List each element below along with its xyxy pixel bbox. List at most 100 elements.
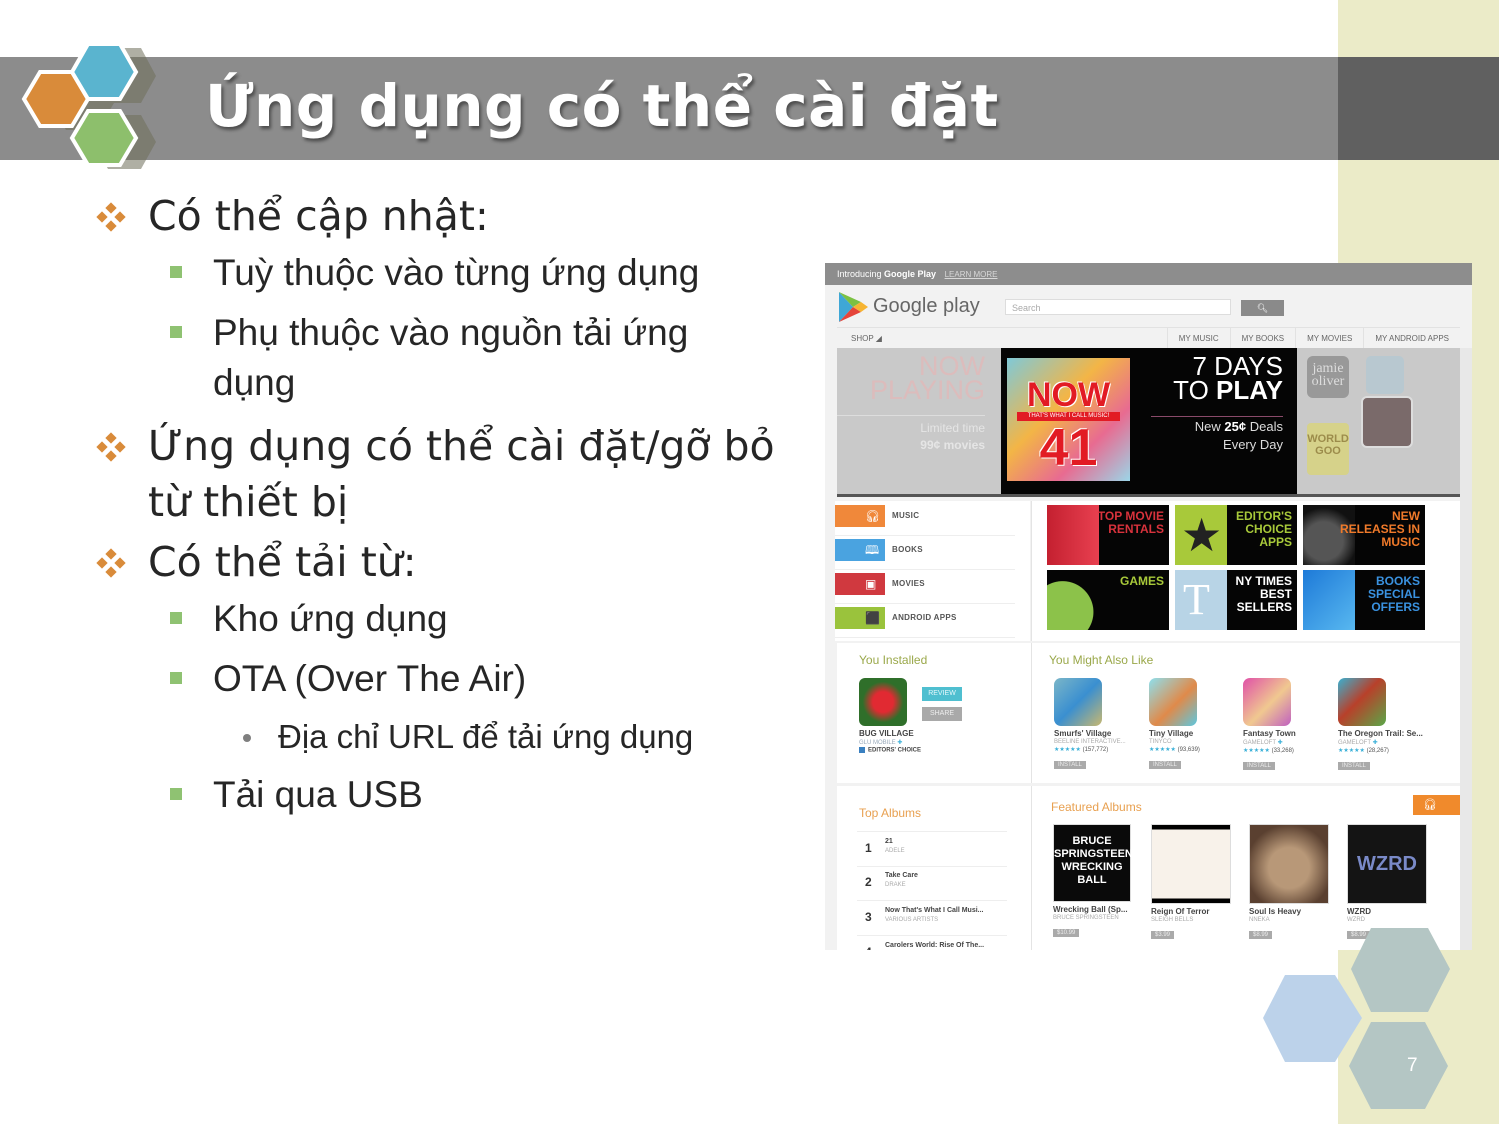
app-icon [1243,678,1291,726]
app-card[interactable]: Fantasy Town GAMELOFT ✚ ★★★★★ (33,268) I… [1243,678,1333,772]
category-books[interactable]: 🕮︎ BOOKS [835,535,1015,570]
installed-section: You Installed REVIEW SHARE BUG VILLAGE G… [837,643,1460,783]
category-android-apps[interactable]: ⬛ ANDROID APPS [835,603,1015,638]
verified-icon: ✚ [897,740,903,746]
music-badge[interactable]: 🎧︎ [1413,795,1463,815]
nyt-logo-icon: T [1175,570,1227,630]
bullet-text: Có thể cập nhật: [148,192,489,240]
bullet-level1: Có thể tải từ: [95,534,795,590]
shop-menu[interactable]: SHOP ◢ [851,334,882,343]
price-button[interactable]: $8.99 [1249,931,1273,939]
featured-album-card[interactable]: BRUCE SPRINGSTEEN WRECKING BALL Wrecking… [1053,824,1138,939]
square-bullet-icon [170,612,182,624]
now-playing-sub: Limited time 99¢ movies [920,421,985,452]
album-number: 41 [1039,419,1098,477]
divider [1031,786,1032,950]
nav-my-books[interactable]: MY BOOKS [1229,328,1296,348]
price-button[interactable]: $8.99 [1347,931,1371,939]
search-button[interactable]: 🔍︎ [1241,300,1284,316]
promo-carousel[interactable]: NOW PLAYING Limited time 99¢ movies NOW … [837,348,1460,494]
film-icon: ▣ [865,577,877,591]
install-button[interactable]: INSTALL [1149,761,1181,769]
square-bullet-icon [170,788,182,800]
bullet-level1: Ứng dụng có thể cài đặt/gỡ bỏ từ thiết b… [95,418,788,530]
album-rank-row[interactable]: 2 Take Care DRAKE [857,866,1007,901]
book-icon: 🕮︎ [865,543,880,557]
category-movies[interactable]: ▣ MOVIES [835,569,1015,604]
featured-album-card[interactable]: WZRD WZRD WZRD $8.99 [1347,824,1432,941]
square-bullet-icon [170,672,182,684]
album-rank-row[interactable]: 4 Carolers World: Rise Of The... [857,936,1007,950]
intro-brand: Google Play [884,269,937,279]
category-music[interactable]: 🎧︎ MUSIC [835,501,1015,536]
tile-games[interactable]: GAMES [1047,570,1169,630]
dropdown-icon: ◢ [875,334,882,343]
tile-new-releases-music[interactable]: NEW RELEASES IN MUSIC [1303,505,1425,565]
app-name[interactable]: BUG VILLAGE [859,729,914,738]
search-icon: 🔍︎ [1256,303,1269,313]
slide-title: Ứng dụng có thể cài đặt [205,72,999,140]
album-cover [1151,824,1231,904]
carousel-divider [837,494,1460,497]
logo-text: Google play [873,295,980,317]
feature-tiles: TOP MOVIE RENTALS ★ EDITOR'S CHOICE APPS… [1032,501,1460,641]
section-title: Featured Albums [1051,800,1142,814]
album-now-text: NOW [1026,376,1111,414]
scrollbar[interactable] [1460,348,1472,950]
bug-village-icon[interactable] [859,678,907,726]
section-title: Top Albums [859,806,922,820]
install-button[interactable]: INSTALL [1054,761,1086,769]
bullet-text: Ứng dụng có thể cài đặt/gỡ bỏ từ thiết b… [148,422,775,526]
title-bar-end [1338,57,1499,160]
app-card[interactable]: The Oregon Trail: Se... GAMELOFT ✚ ★★★★★… [1338,678,1428,772]
share-button[interactable]: SHARE [922,707,962,721]
app-developer: GLU MOBILE ✚ [859,740,903,746]
nav-my-android-apps[interactable]: MY ANDROID APPS [1363,328,1460,348]
learn-more-link[interactable]: LEARN MORE [945,270,998,279]
albums-section: Top Albums 1 21 ADELE 2 Take Care DRAKE … [837,786,1463,950]
app-card[interactable]: Smurfs' Village BEELINE INTERACTIVE... ★… [1054,678,1144,771]
tile-books-offers[interactable]: BOOKS SPECIAL OFFERS [1303,570,1425,630]
album-cover [1249,824,1329,904]
price-button[interactable]: $3.99 [1151,931,1175,939]
banner-apps[interactable]: jamie oliver WORLD GOO [1297,348,1460,494]
album-rank-row[interactable]: 1 21 ADELE [857,831,1007,867]
install-button[interactable]: INSTALL [1243,762,1275,770]
nav-my-music[interactable]: MY MUSIC [1166,328,1230,348]
album-rank-row[interactable]: 3 Now That's What I Call Musi... VARIOUS… [857,901,1007,936]
banner-now-playing[interactable]: NOW PLAYING Limited time 99¢ movies [837,348,1001,494]
bullet-level2: Tuỳ thuộc vào từng ứng dụng [95,248,795,298]
nav-my-movies[interactable]: MY MOVIES [1295,328,1363,348]
featured-album-card[interactable]: Soul Is Heavy NNEKA $8.99 [1249,824,1334,941]
album-cover: BRUCE SPRINGSTEEN WRECKING BALL [1053,824,1133,902]
category-list: 🎧︎ MUSIC 🕮︎ BOOKS ▣ MOVIES ⬛ ANDROID APP… [835,501,1030,641]
install-button[interactable]: INSTALL [1338,762,1370,770]
app-icon [1149,678,1197,726]
bullet-level2: Phụ thuộc vào nguồn tải ứng dụng [95,308,773,408]
search-input[interactable]: Search [1005,299,1231,315]
album-cover: WZRD [1347,824,1427,904]
banner-7-days[interactable]: NOW THAT'S WHAT I CALL MUSIC! 41 7 DAYS … [1001,348,1297,494]
price-button[interactable]: $10.99 [1053,929,1080,937]
app-tile-icon [1366,356,1404,394]
app-card[interactable]: Tiny Village TINYCO ★★★★★ (93,639) INSTA… [1149,678,1239,771]
section-title: You Might Also Like [1049,653,1154,667]
bullet-level2: OTA (Over The Air) [95,654,795,704]
review-button[interactable]: REVIEW [922,687,962,701]
nav-bar: SHOP ◢ MY MUSIC MY BOOKS MY MOVIES MY AN… [837,327,1460,348]
bullet-text: OTA (Over The Air) [213,658,527,699]
page-number: 7 [1407,1055,1418,1076]
bullet-text: Có thể tải từ: [148,538,417,586]
editors-choice-icon [859,747,865,753]
star-icon: ★ [1175,505,1227,565]
divider [837,415,985,416]
rating-stars: ★★★★★ [1054,747,1081,753]
tile-top-movie-rentals[interactable]: TOP MOVIE RENTALS [1047,505,1169,565]
play-logo-icon[interactable] [837,291,869,323]
bullet-level1: Có thể cập nhật: [95,188,795,244]
featured-album-card[interactable]: Reign Of Terror SLEIGH BELLS $3.99 [1151,824,1236,941]
android-icon: ⬛ [865,611,880,625]
tile-editors-choice[interactable]: ★ EDITOR'S CHOICE APPS [1175,505,1297,565]
promo-deals: New 25¢ Deals Every Day [1194,419,1283,452]
tile-ny-times[interactable]: T NY TIMES BEST SELLERS [1175,570,1297,630]
